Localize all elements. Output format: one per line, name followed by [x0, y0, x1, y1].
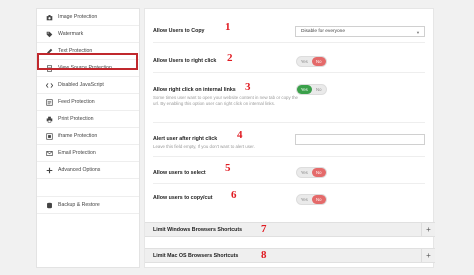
internal-links-toggle[interactable]: Yes No: [296, 84, 327, 95]
sidebar-item-advanced-options[interactable]: Advanced Options: [37, 162, 139, 179]
sidebar-item-label: iframe Protection: [58, 133, 98, 139]
sidebar: Image Protection Watermark Text Protecti…: [36, 8, 140, 268]
setting-label: Allow users to select: [153, 170, 206, 176]
sidebar-item-view-source[interactable]: View Source Protection: [37, 60, 139, 77]
select-value: Disable for everyone: [301, 29, 345, 34]
toggle-yes: Yes: [300, 170, 308, 175]
setting-row-right-click: Allow Users to right click 2 Yes No: [153, 43, 425, 73]
setting-label: Allow users to copy/cut: [153, 195, 213, 201]
sidebar-item-disabled-javascript[interactable]: Disabled JavaScript: [37, 77, 139, 94]
setting-label: Allow Users to Copy: [153, 28, 205, 34]
database-icon: [46, 202, 53, 209]
camera-icon: [46, 14, 53, 21]
settings-panel: Allow Users to Copy 1 Disable for everyo…: [144, 8, 435, 268]
sidebar-item-label: Backup & Restore: [58, 202, 100, 208]
sidebar-item-label: Text Protection: [58, 48, 93, 54]
accordion-mac-shortcuts[interactable]: Limit Mac OS Browsers Shortcuts 8 +: [145, 248, 435, 263]
toggle-yes: Yes: [300, 197, 308, 202]
sidebar-item-label: Print Protection: [58, 116, 94, 122]
accordion-windows-shortcuts[interactable]: Limit Windows Browsers Shortcuts 7 +: [145, 222, 435, 237]
sidebar-item-image-protection[interactable]: Image Protection: [37, 9, 139, 26]
expand-icon[interactable]: +: [421, 249, 435, 262]
setting-row-copy: Allow Users to Copy 1 Disable for everyo…: [153, 17, 425, 43]
sidebar-item-feed-protection[interactable]: Feed Protection: [37, 94, 139, 111]
setting-row-copy-cut: Allow users to copy/cut 6 Yes No: [153, 184, 425, 220]
setting-label: Alert user after right click: [153, 136, 218, 142]
sidebar-item-label: Advanced Options: [58, 167, 101, 173]
toggle-no: No: [316, 87, 322, 92]
annotation-number: 5: [225, 162, 231, 174]
setting-description: Leave this field empty, If you don't wan…: [153, 144, 255, 149]
annotation-number: 1: [225, 21, 231, 33]
document-icon: [46, 64, 53, 72]
annotation-number: 6: [231, 189, 237, 201]
envelope-icon: [46, 150, 53, 157]
accordion-title: Limit Windows Browsers Shortcuts: [153, 227, 243, 233]
toggle-no: No: [311, 195, 326, 204]
annotation-number: 2: [227, 52, 233, 64]
select-text-toggle[interactable]: Yes No: [296, 167, 327, 178]
setting-description: Some times user want to open your websit…: [153, 95, 298, 106]
copy-cut-toggle[interactable]: Yes No: [296, 194, 327, 205]
setting-label: Allow Users to right click: [153, 58, 217, 64]
feed-icon: [46, 98, 53, 106]
setting-label: Allow right click on internal links: [153, 87, 236, 93]
chevron-down-icon: ▼: [416, 30, 420, 35]
toggle-yes: Yes: [297, 85, 312, 94]
annotation-number: 7: [261, 223, 267, 235]
sidebar-item-watermark[interactable]: Watermark: [37, 26, 139, 43]
setting-row-alert: Alert user after right click 4 Leave thi…: [153, 123, 425, 157]
sidebar-item-label: Email Protection: [58, 150, 96, 156]
sidebar-item-backup-restore[interactable]: Backup & Restore: [37, 197, 139, 214]
setting-row-select: Allow users to select 5 Yes No: [153, 157, 425, 184]
plus-icon: [46, 167, 53, 174]
sidebar-item-text-protection[interactable]: Text Protection: [37, 43, 139, 60]
printer-icon: [46, 116, 53, 123]
annotation-number: 8: [261, 249, 267, 261]
toggle-no: No: [311, 57, 326, 66]
sidebar-item-print-protection[interactable]: Print Protection: [37, 111, 139, 128]
alert-message-input[interactable]: [295, 134, 425, 145]
sidebar-item-label: Disabled JavaScript: [58, 82, 104, 88]
tag-icon: [46, 31, 53, 38]
code-icon: [46, 82, 53, 89]
copy-permission-select[interactable]: Disable for everyone ▼: [295, 26, 425, 37]
annotation-number: 3: [245, 81, 251, 93]
pencil-icon: [46, 48, 53, 55]
sidebar-item-email-protection[interactable]: Email Protection: [37, 145, 139, 162]
sidebar-item-label: Watermark: [58, 31, 84, 37]
frame-icon: [46, 132, 53, 140]
sidebar-item-label: Image Protection: [58, 14, 98, 20]
annotation-number: 4: [237, 129, 243, 141]
setting-row-internal-links: Allow right click on internal links 3 So…: [153, 73, 425, 123]
sidebar-item-label: View Source Protection: [58, 65, 112, 71]
sidebar-divider: [37, 179, 139, 197]
accordion-title: Limit Mac OS Browsers Shortcuts: [153, 253, 239, 259]
expand-icon[interactable]: +: [421, 223, 435, 236]
sidebar-item-iframe-protection[interactable]: iframe Protection: [37, 128, 139, 145]
sidebar-item-label: Feed Protection: [58, 99, 95, 105]
toggle-yes: Yes: [300, 59, 308, 64]
toggle-no: No: [311, 168, 326, 177]
right-click-toggle[interactable]: Yes No: [296, 56, 327, 67]
